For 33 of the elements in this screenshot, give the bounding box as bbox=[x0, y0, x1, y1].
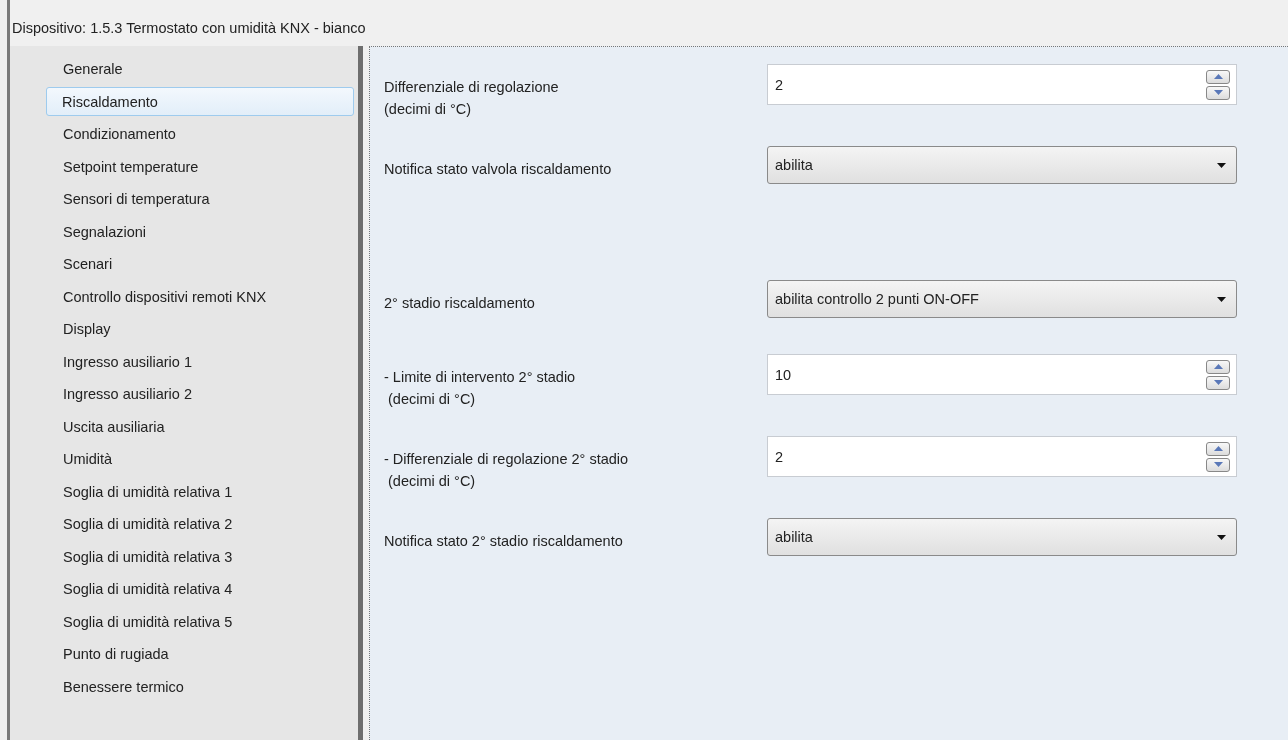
parameter-label: - Limite di intervento 2° stadio (decimi di °C) bbox=[384, 368, 577, 409]
sidebar-item[interactable]: Segnalazioni bbox=[46, 216, 354, 246]
sidebar-item[interactable]: Setpoint temperature bbox=[46, 151, 354, 181]
sidebar-item[interactable]: Scenari bbox=[46, 249, 354, 278]
window-title: Dispositivo: 1.5.3 Termostato con umidità KNX - bianco bbox=[12, 19, 367, 38]
sidebar-item[interactable]: Soglia di umidità relativa 5 bbox=[46, 606, 354, 636]
sidebar-item[interactable]: Ingresso ausiliario 2 bbox=[46, 379, 354, 408]
sidebar-item[interactable]: Benessere termico bbox=[46, 671, 354, 701]
number-field[interactable]: 2 bbox=[767, 436, 1237, 477]
parameter-label: Notifica stato 2° stadio riscaldamento bbox=[384, 532, 624, 551]
sidebar-item[interactable]: Soglia di umidità relativa 4 bbox=[46, 574, 354, 603]
sidebar-item[interactable]: Controllo dispositivi remoti KNX bbox=[46, 281, 354, 311]
parameter-label: - Differenziale di regolazione 2° stadio (decimi di °C) bbox=[384, 450, 630, 491]
dropdown[interactable]: abilita bbox=[767, 518, 1237, 556]
sidebar-item[interactable]: Punto di rugiada bbox=[46, 639, 354, 668]
dropdown[interactable]: abilita controllo 2 punti ON-OFF bbox=[767, 280, 1237, 318]
parameter-label: Notifica stato valvola riscaldamento bbox=[384, 160, 613, 179]
dropdown[interactable]: abilita bbox=[767, 146, 1237, 184]
sidebar-item[interactable]: Riscaldamento bbox=[46, 86, 354, 116]
sidebar-item[interactable]: Soglia di umidità relativa 1 bbox=[46, 476, 354, 506]
sidebar-item[interactable]: Ingresso ausiliario 1 bbox=[46, 346, 354, 376]
sidebar-item[interactable]: Soglia di umidità relativa 3 bbox=[46, 541, 354, 571]
sidebar-item[interactable]: Uscita ausiliaria bbox=[46, 411, 354, 441]
sidebar-item[interactable]: Display bbox=[46, 314, 354, 343]
number-field[interactable]: 10 bbox=[767, 354, 1237, 395]
parameter-label: 2° stadio riscaldamento bbox=[384, 294, 536, 313]
sidebar-item[interactable]: Condizionamento bbox=[46, 119, 354, 148]
number-field[interactable]: 2 bbox=[767, 64, 1237, 105]
sidebar-item[interactable]: Sensori di temperatura bbox=[46, 184, 354, 213]
parameter-label: Differenziale di regolazione (decimi di °C) bbox=[384, 78, 560, 119]
sidebar-item[interactable]: Generale bbox=[46, 54, 354, 83]
sidebar-item[interactable]: Umidità bbox=[46, 444, 354, 473]
sidebar-item[interactable]: Soglia di umidità relativa 2 bbox=[46, 509, 354, 538]
